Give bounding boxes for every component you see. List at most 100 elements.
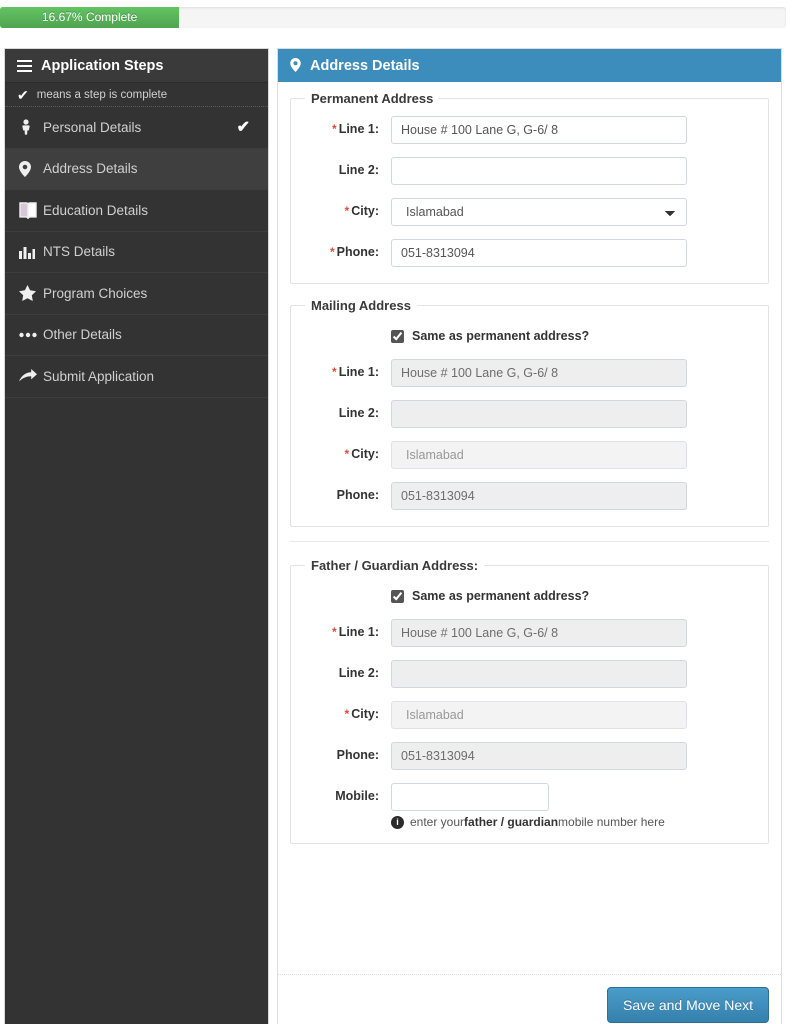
mailing-address-legend: Mailing Address: [311, 298, 411, 313]
guardian-same-as-permanent-label[interactable]: Same as permanent address?: [412, 589, 589, 603]
sidebar-header: Application Steps: [5, 49, 268, 83]
guardian-mobile-input[interactable]: [391, 783, 549, 811]
guardian-mobile-row: Mobile:: [299, 783, 760, 811]
permanent-city-row: * City: Islamabad: [299, 198, 760, 226]
required-asterisk: *: [332, 122, 337, 137]
sidebar-item-address-details[interactable]: Address Details: [5, 148, 268, 190]
permanent-address-section: Permanent Address *Line 1: Line 2:: [290, 91, 769, 284]
guardian-line2-row: Line 2:: [299, 660, 760, 688]
map-marker-icon: [19, 160, 43, 177]
guardian-same-as-permanent-checkbox[interactable]: [391, 589, 404, 603]
permanent-city-select[interactable]: Islamabad: [391, 198, 687, 226]
required-asterisk: *: [344, 204, 350, 219]
guardian-city-select: Islamabad: [391, 701, 687, 729]
bar-chart-icon: [19, 245, 43, 259]
mailing-line2-label: Line 2:: [338, 406, 379, 421]
mailing-line1-row: * Line 1:: [299, 359, 760, 387]
mailing-same-as-permanent-row: Same as permanent address?: [299, 329, 760, 343]
info-icon: i: [391, 815, 404, 829]
star-icon: [19, 285, 43, 302]
sidebar-item-label: Other Details: [43, 327, 122, 343]
guardian-phone-label: Phone:: [336, 748, 379, 763]
guardian-mobile-hint: i enter your father / guardian mobile nu…: [391, 815, 760, 829]
section-divider: [290, 541, 769, 542]
sidebar-item-label: Personal Details: [43, 119, 142, 135]
mailing-phone-input: [391, 482, 687, 510]
panel-header: Address Details: [278, 49, 781, 82]
permanent-line1-row: * Line 1:: [299, 116, 760, 144]
progress-bar-track: 16.67% Complete: [0, 7, 786, 28]
sidebar-item-submit-application[interactable]: Submit Application: [5, 356, 268, 398]
mailing-line2-input: [391, 400, 687, 428]
sidebar-item-program-choices[interactable]: Program Choices: [5, 273, 268, 315]
permanent-city-label: * City:: [344, 204, 379, 219]
step-complete-icon: ✔: [236, 119, 250, 137]
guardian-line1-label: * Line 1:: [332, 625, 379, 640]
mailing-address-section: Mailing Address Same as permanent addres…: [290, 298, 769, 527]
guardian-city-label: * City:: [344, 707, 379, 722]
mailing-phone-row: Phone:: [299, 482, 760, 510]
permanent-phone-row: * Phone:: [299, 239, 760, 267]
mailing-line1-input: [391, 359, 687, 387]
panel-body: Permanent Address *Line 1: Line 2:: [278, 82, 781, 844]
mailing-city-row: * City: Islamabad: [299, 441, 760, 469]
sidebar-item-personal-details[interactable]: Personal Details ✔: [5, 107, 268, 149]
sidebar-legend: ✔ means a step is complete: [5, 83, 268, 107]
mailing-city-label: * City:: [344, 447, 379, 462]
required-asterisk: *: [329, 245, 335, 260]
required-asterisk: *: [344, 447, 350, 462]
hint-emphasis: father / guardian: [464, 815, 559, 829]
mailing-line2-row: Line 2:: [299, 400, 760, 428]
guardian-address-section: Father / Guardian Address: Same as perma…: [290, 558, 769, 844]
mailing-same-as-permanent-label[interactable]: Same as permanent address?: [412, 329, 589, 343]
sidebar-item-other-details[interactable]: Other Details: [5, 314, 268, 356]
hamburger-icon[interactable]: [17, 59, 32, 72]
guardian-address-legend: Father / Guardian Address:: [311, 558, 479, 573]
sidebar-item-label: Address Details: [43, 161, 138, 177]
permanent-line1-label: * Line 1:: [332, 122, 379, 137]
guardian-same-as-permanent-row: Same as permanent address?: [299, 589, 760, 603]
permanent-line2-label: Line 2:: [338, 163, 379, 178]
sidebar-item-label: Submit Application: [43, 368, 155, 384]
sidebar-item-label: Program Choices: [43, 285, 148, 301]
sidebar-item-nts-details[interactable]: NTS Details: [5, 231, 268, 273]
arrow-icon: [19, 369, 43, 383]
progress-bar-fill: 16.67% Complete: [0, 7, 180, 28]
guardian-line2-label: Line 2:: [338, 666, 379, 681]
guardian-line2-input: [391, 660, 687, 688]
permanent-phone-label: * Phone:: [329, 245, 379, 260]
guardian-phone-input: [391, 742, 687, 770]
ellipsis-icon: [19, 332, 43, 338]
sidebar-item-label: NTS Details: [43, 244, 116, 260]
hint-prefix: enter your: [410, 815, 465, 829]
guardian-line1-input: [391, 619, 687, 647]
address-details-panel: Address Details Permanent Address * Line …: [277, 48, 782, 1024]
check-icon: ✔: [17, 86, 29, 103]
required-asterisk: *: [344, 707, 350, 722]
guardian-phone-row: Phone:: [299, 742, 760, 770]
panel-footer: Save and Move Next: [278, 974, 781, 1023]
required-asterisk: *: [332, 625, 337, 640]
permanent-phone-input[interactable]: [391, 239, 687, 267]
permanent-address-legend: Permanent Address: [311, 91, 434, 106]
permanent-line2-row: Line 2:: [299, 157, 760, 185]
hint-suffix: mobile number here: [558, 815, 665, 829]
sidebar-item-education-details[interactable]: Education Details: [5, 190, 268, 232]
person-icon: [19, 119, 43, 135]
required-asterisk: *: [332, 365, 337, 380]
mailing-same-as-permanent-checkbox[interactable]: [391, 329, 404, 343]
save-and-move-next-button[interactable]: Save and Move Next: [607, 987, 769, 1023]
permanent-line1-input[interactable]: [391, 116, 687, 144]
guardian-line1-row: * Line 1:: [299, 619, 760, 647]
application-steps-sidebar: Application Steps ✔ means a step is comp…: [4, 48, 269, 1024]
guardian-mobile-label: Mobile:: [335, 789, 379, 804]
permanent-line2-input[interactable]: [391, 157, 687, 185]
mailing-phone-label: Phone:: [336, 488, 379, 503]
guardian-city-row: * City: Islamabad: [299, 701, 760, 729]
panel-title: Address Details: [310, 57, 420, 74]
map-marker-icon: [290, 57, 301, 74]
sidebar-title: Application Steps: [41, 57, 164, 74]
application-page: 16.67% Complete Application Steps ✔ mean…: [0, 0, 794, 1024]
book-icon: [19, 202, 43, 219]
sidebar-legend-label: means a step is complete: [36, 88, 168, 101]
